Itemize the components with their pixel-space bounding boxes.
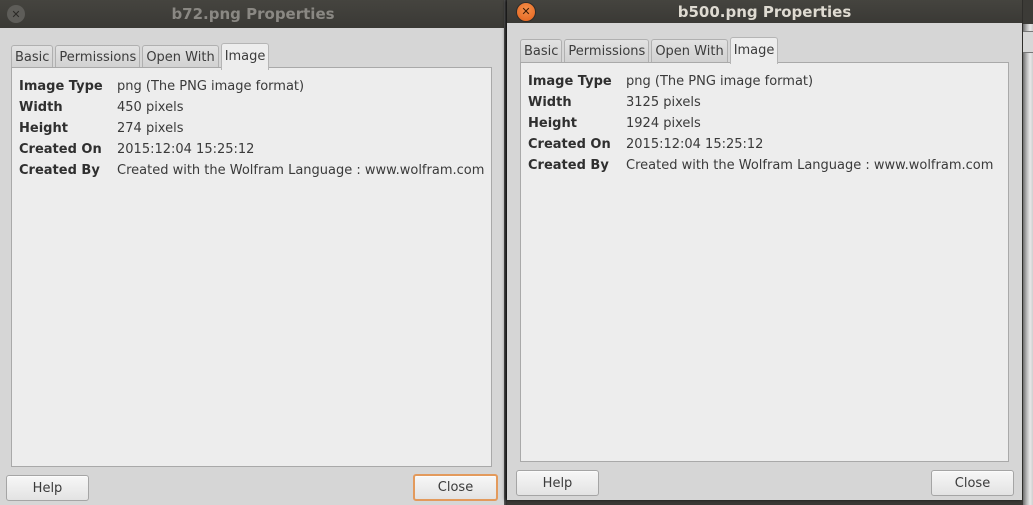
property-label: Created On [528,137,611,152]
property-row-width: Width 3125 pixels [528,92,993,113]
property-row-created-on: Created On 2015:12:04 15:25:12 [19,139,484,160]
tab-open-with[interactable]: Open With [142,45,219,69]
property-row-created-by: Created By Created with the Wolfram Lang… [19,160,484,181]
image-tab-panel: Image Type png (The PNG image format) Wi… [11,67,492,467]
background-window-edge [1023,0,1033,505]
background-titlebar [1023,0,1033,24]
tab-image[interactable]: Image [729,37,779,64]
tab-bar: Basic Permissions Open With Image [520,37,780,64]
property-row-image-type: Image Type png (The PNG image format) [528,71,993,92]
property-list: Image Type png (The PNG image format) Wi… [528,71,993,176]
property-value: png (The PNG image format) [117,79,305,94]
property-label: Image Type [528,74,612,89]
title-bar[interactable]: ✕ b500.png Properties [507,0,1022,23]
image-tab-panel: Image Type png (The PNG image format) Wi… [520,62,1009,462]
close-button[interactable]: Close [931,470,1014,496]
tab-permissions[interactable]: Permissions [55,45,141,69]
tab-permissions[interactable]: Permissions [564,39,650,63]
property-label: Image Type [19,79,103,94]
close-window-icon[interactable]: ✕ [7,5,25,23]
help-button[interactable]: Help [6,475,89,501]
background-tab-edge [1023,31,1033,53]
property-label: Created On [19,142,102,157]
title-bar[interactable]: ✕ b72.png Properties [0,0,506,28]
property-value: Created with the Wolfram Language : www.… [626,158,994,173]
tab-bar: Basic Permissions Open With Image [11,43,271,70]
property-value: 2015:12:04 15:25:12 [117,142,255,157]
property-row-image-type: Image Type png (The PNG image format) [19,76,484,97]
property-label: Created By [19,163,100,178]
tab-basic[interactable]: Basic [11,45,54,69]
window-title: b72.png Properties [171,5,335,23]
property-row-height: Height 274 pixels [19,118,484,139]
property-row-created-by: Created By Created with the Wolfram Lang… [528,155,993,176]
property-row-height: Height 1924 pixels [528,113,993,134]
property-value: 1924 pixels [626,116,701,131]
properties-window-b72: ✕ b72.png Properties Basic Permissions O… [0,0,506,505]
property-label: Width [528,95,572,110]
close-window-icon[interactable]: ✕ [517,2,535,21]
properties-window-b500: ✕ b500.png Properties Basic Permissions … [507,0,1023,500]
property-value: 274 pixels [117,121,184,136]
property-value: Created with the Wolfram Language : www.… [117,163,485,178]
property-label: Height [19,121,68,136]
tab-basic[interactable]: Basic [520,39,563,63]
property-list: Image Type png (The PNG image format) Wi… [19,76,484,181]
property-value: 3125 pixels [626,95,701,110]
property-value: 450 pixels [117,100,184,115]
window-title: b500.png Properties [677,2,852,21]
property-value: 2015:12:04 15:25:12 [626,137,764,152]
property-label: Height [528,116,577,131]
tab-image[interactable]: Image [220,43,270,70]
tab-open-with[interactable]: Open With [651,39,728,63]
help-button[interactable]: Help [516,470,599,496]
property-value: png (The PNG image format) [626,74,814,89]
property-row-created-on: Created On 2015:12:04 15:25:12 [528,134,993,155]
property-row-width: Width 450 pixels [19,97,484,118]
property-label: Created By [528,158,609,173]
close-button[interactable]: Close [413,474,498,501]
property-label: Width [19,100,63,115]
